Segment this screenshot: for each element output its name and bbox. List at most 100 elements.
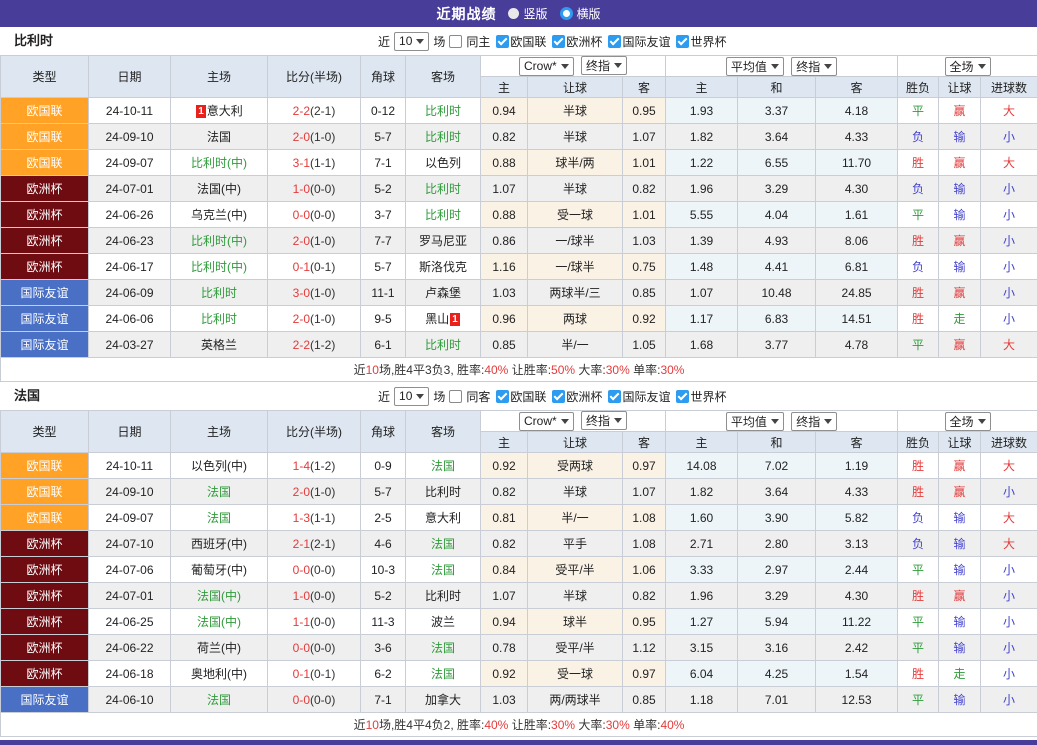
league-checkbox-euro[interactable] [552,390,565,403]
handicap-line: 球半 [528,609,623,635]
avg-draw-odds: 2.80 [738,531,816,557]
average-select[interactable]: 平均值 [726,412,784,431]
full-match-select[interactable]: 全场 [945,57,991,76]
score: 2-0(1-0) [268,124,361,150]
col-header-home: 主场 [171,411,268,453]
fulltime-score: 3-1 [293,156,310,170]
avg-draw-odds: 3.64 [738,124,816,150]
home-team: 法国 [171,479,268,505]
avg-home-odds: 6.04 [666,661,738,687]
corner-score: 7-1 [361,687,406,713]
filter-controls: 近 10 场 同客 欧国联 欧洲杯 国际友谊 世界杯 [378,382,726,410]
away-team: 比利时 [406,176,481,202]
away-team-name: 法国 [431,563,455,577]
filter-controls: 近 10 场 同主 欧国联 欧洲杯 国际友谊 世界杯 [378,27,726,55]
home-team-name: 乌克兰(中) [191,208,247,222]
summary-text: 大率: [575,363,606,377]
layout-vertical-radio[interactable]: 竖版 [508,5,547,22]
final-odds-select2[interactable]: 终指 [791,57,837,76]
score: 1-4(1-2) [268,453,361,479]
avg-draw-odds: 5.94 [738,609,816,635]
handicap-line: 一/球半 [528,228,623,254]
caret-down-icon [416,39,424,44]
summary-text: 让胜率: [508,718,551,732]
score: 0-0(0-0) [268,202,361,228]
col-header-odds-away: 客 [623,77,666,98]
avg-home-odds: 1.96 [666,583,738,609]
same-away-checkbox[interactable] [449,390,462,403]
average-select[interactable]: 平均值 [726,57,784,76]
final-odds-select2[interactable]: 终指 [791,412,837,431]
same-home-checkbox[interactable] [449,35,462,48]
corner-score: 7-7 [361,228,406,254]
halftime-score: (1-0) [310,130,335,144]
score: 2-2(2-1) [268,98,361,124]
score: 2-1(2-1) [268,531,361,557]
away-team: 比利时 [406,202,481,228]
away-team-name: 法国 [431,459,455,473]
match-count-select[interactable]: 10 [394,387,429,406]
match-date: 24-09-10 [89,124,171,150]
handicap-away-odds: 0.95 [623,98,666,124]
match-count-select[interactable]: 10 [394,32,429,51]
league-badge: 国际友谊 [1,332,89,358]
match-date: 24-06-23 [89,228,171,254]
league-label: 国际友谊 [622,33,670,50]
full-match-select[interactable]: 全场 [945,412,991,431]
home-team: 西班牙(中) [171,531,268,557]
final-odds-select-value: 终指 [586,57,610,74]
home-team: 奥地利(中) [171,661,268,687]
summary-text: 40% [660,718,684,732]
league-checkbox-worldcup[interactable] [676,35,689,48]
avg-away-odds: 4.30 [816,176,898,202]
handicap-away-odds: 0.97 [623,661,666,687]
summary-text: 单率: [630,363,661,377]
home-team: 法国(中) [171,609,268,635]
average-select-value: 平均值 [731,58,767,75]
bookmaker-select[interactable]: Crow* [519,57,574,76]
home-team-name: 葡萄牙(中) [191,563,247,577]
league-checkbox-friendly[interactable] [608,390,621,403]
result-group-header: 全场 [898,411,1037,432]
avg-away-odds: 4.78 [816,332,898,358]
handicap-away-odds: 0.95 [623,609,666,635]
match-date: 24-06-06 [89,306,171,332]
league-checkbox-nations[interactable] [496,35,509,48]
final-odds-select[interactable]: 终指 [581,411,627,430]
final-odds-select[interactable]: 终指 [581,56,627,75]
league-checkbox-euro[interactable] [552,35,565,48]
avg-draw-odds: 7.02 [738,453,816,479]
layout-horizontal-radio[interactable]: 横版 [560,5,601,22]
bookmaker-select[interactable]: Crow* [519,412,574,431]
fulltime-score: 1-4 [293,459,310,473]
average-odds-group-header: 平均值 终指 [666,56,898,77]
league-checkbox-friendly[interactable] [608,35,621,48]
avg-home-odds: 1.93 [666,98,738,124]
summary-text: 50% [551,363,575,377]
away-team-name: 波兰 [431,615,455,629]
result-win-loss: 负 [898,531,939,557]
match-row: 欧洲杯24-06-18奥地利(中)0-1(0-1)6-2法国0.92受一球0.9… [1,661,1037,687]
away-team: 罗马尼亚 [406,228,481,254]
league-checkbox-nations[interactable] [496,390,509,403]
away-team-name: 意大利 [425,511,461,525]
radio-icon[interactable] [508,8,519,19]
result-goals: 大 [981,531,1037,557]
fulltime-score: 2-2 [293,338,310,352]
summary-text: 场,胜4平4负2, 胜率: [379,718,484,732]
corner-score: 11-3 [361,609,406,635]
avg-home-odds: 1.22 [666,150,738,176]
col-header-away: 客场 [406,56,481,98]
handicap-home-odds: 0.82 [481,531,528,557]
col-header-avg-away: 客 [816,432,898,453]
league-badge: 欧洲杯 [1,531,89,557]
radio-selected-icon[interactable] [560,7,573,20]
avg-away-odds: 11.22 [816,609,898,635]
corner-score: 0-12 [361,98,406,124]
fulltime-score: 1-1 [293,615,310,629]
away-team: 法国 [406,453,481,479]
match-row: 国际友谊24-03-27英格兰2-2(1-2)6-1比利时0.85半/一1.05… [1,332,1037,358]
league-checkbox-worldcup[interactable] [676,390,689,403]
home-team-name: 比利时(中) [191,234,247,248]
match-row: 国际友谊24-06-09比利时3-0(1-0)11-1卢森堡1.03两球半/三0… [1,280,1037,306]
